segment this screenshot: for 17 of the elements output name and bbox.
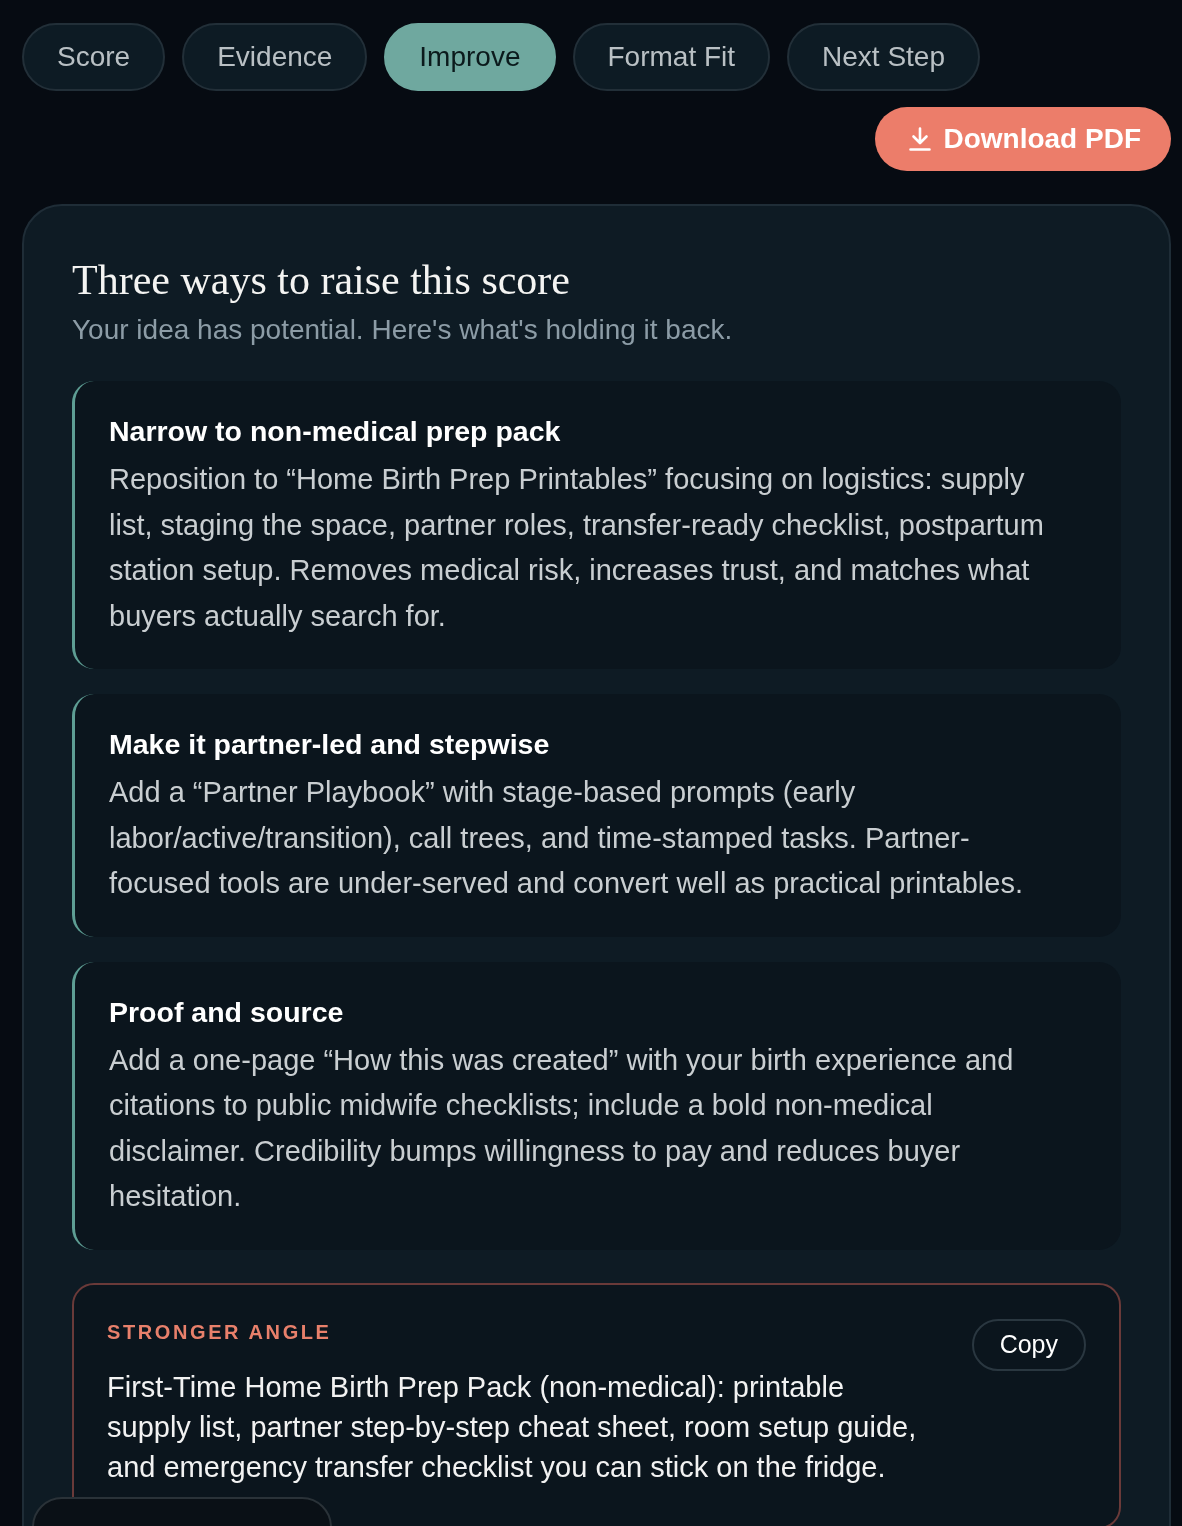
tab[interactable]: Score: [22, 23, 166, 91]
suggestion-title: Make it partner-led and stepwise: [109, 727, 551, 762]
download-icon: [909, 127, 932, 151]
tab[interactable]: Improve: [384, 23, 556, 91]
stronger-angle-label: STRONGER ANGLE: [107, 1319, 333, 1345]
copy-button[interactable]: Copy: [971, 1318, 1086, 1371]
tab[interactable]: Next Step: [787, 23, 980, 91]
suggestion-title: Proof and source: [109, 994, 345, 1030]
tab[interactable]: Evidence: [182, 23, 368, 91]
suggestion-text: Add a one-page “How this was created” with your birth experience and citations to public midwife checklists; include a bold non-medical disclaimer. Credibility bumps willingness to pay and reduces buyer hesitation.: [109, 1042, 1015, 1214]
tab[interactable]: Format Fit: [572, 23, 771, 91]
stronger-angle-text: First-Time Home Birth Prep Pack (non-medical): printable supply list, partner step-by-step cheat sheet, room setup guide, and emergency transfer checklist you can stick on the fridge.: [107, 1369, 918, 1485]
suggestion-text: Add a “Partner Playbook” with stage-based prompts (early labor/active/transition), call trees, and time-stamped tasks. Partner-focused tools are under-served and convert well as practical printables.: [109, 775, 1024, 901]
suggestion-title: Narrow to non-medical prep pack: [109, 414, 562, 449]
suggestion-text: Reposition to “Home Birth Prep Printables” focusing on logistics: supply list, staging the space, partner roles, transfer-ready checklist, postpartum station setup. Removes medical risk, increases trust, and matches what buyers actually search for.: [109, 462, 1045, 634]
panel-title: Three ways to raise this score: [72, 256, 571, 305]
panel-subtitle: Your idea has potential. Here's what's holding it back.: [72, 313, 734, 347]
